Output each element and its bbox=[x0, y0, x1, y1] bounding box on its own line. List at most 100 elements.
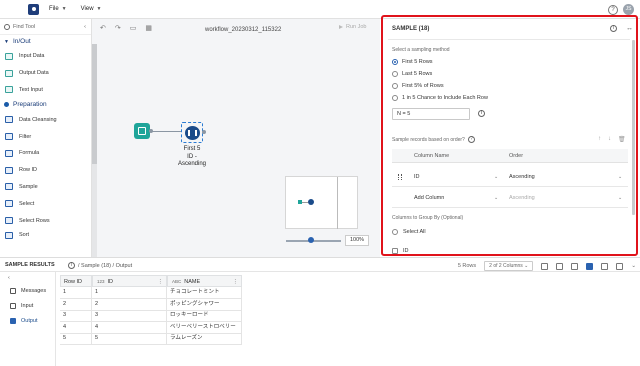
delete-icon[interactable]: 🗑 bbox=[618, 136, 626, 143]
sort-row-add[interactable]: Add Column ⌄ Ascending ⌄ bbox=[392, 188, 628, 208]
output-port[interactable] bbox=[202, 130, 206, 134]
chevron-down-icon: ▼ bbox=[4, 38, 9, 45]
tool-filter[interactable]: Filter bbox=[0, 128, 91, 145]
grid-header-id[interactable]: 123 ID ⋮ bbox=[92, 275, 167, 287]
table-cell[interactable]: ラムレーズン bbox=[167, 333, 242, 345]
help-icon[interactable]: ? bbox=[608, 4, 618, 15]
minimap[interactable] bbox=[285, 176, 358, 229]
table-cell[interactable]: ポッピングシャワー bbox=[167, 298, 242, 311]
info-icon[interactable]: i bbox=[610, 25, 617, 32]
find-tool-search[interactable]: Find Tool ‹ bbox=[0, 19, 91, 35]
collapse-panel-icon[interactable]: ‹ bbox=[84, 24, 86, 30]
output-port[interactable] bbox=[149, 129, 153, 133]
collapse-icon[interactable]: ‹ bbox=[8, 275, 10, 281]
tool-row-id[interactable]: Row ID bbox=[0, 162, 91, 179]
file-menu[interactable]: File ▼ bbox=[49, 6, 67, 12]
tool-select-rows[interactable]: Select Rows bbox=[0, 212, 91, 229]
select-rows-icon bbox=[5, 217, 13, 225]
lightbulb-icon[interactable] bbox=[556, 262, 564, 270]
tool-output-data[interactable]: Output Data bbox=[0, 65, 91, 82]
table-cell[interactable]: 1 bbox=[60, 287, 92, 299]
chart-view-icon[interactable] bbox=[541, 262, 549, 270]
radio-last-rows[interactable]: Last 5 Rows bbox=[392, 71, 432, 77]
tool-sort[interactable]: Sort bbox=[0, 229, 91, 242]
view-menu[interactable]: View ▼ bbox=[81, 6, 102, 12]
info-icon[interactable]: i bbox=[478, 110, 485, 117]
table-cell[interactable]: 5 bbox=[60, 333, 92, 345]
table-cell[interactable]: チョコレートミント bbox=[167, 287, 242, 299]
sort-row-id[interactable]: ID ⌄ Ascending ⌄ bbox=[392, 167, 628, 187]
config-scrollbar[interactable] bbox=[632, 40, 635, 215]
tool-input-data[interactable]: Input Data bbox=[0, 48, 91, 65]
book-icon bbox=[138, 127, 146, 135]
open-external-icon[interactable] bbox=[616, 262, 624, 270]
table-cell[interactable]: 2 bbox=[92, 298, 167, 311]
table-cell[interactable]: 5 bbox=[92, 333, 167, 345]
grid-header-rowid[interactable]: Row ID bbox=[60, 275, 92, 287]
order-select[interactable]: Ascending bbox=[509, 167, 535, 187]
select-all-checkbox[interactable]: Select All bbox=[392, 229, 426, 235]
group-by-label: Columns to Group By (Optional) bbox=[392, 215, 464, 221]
chevron-down-icon[interactable]: ⌄ bbox=[618, 174, 622, 180]
avatar[interactable]: JS bbox=[623, 4, 634, 15]
side-item-output[interactable]: Output bbox=[10, 318, 38, 324]
tool-sample[interactable]: Sample bbox=[0, 179, 91, 196]
chevron-down-icon[interactable]: ⌄ bbox=[618, 195, 622, 201]
drag-handle-icon[interactable] bbox=[398, 174, 402, 180]
table-cell[interactable]: 4 bbox=[60, 321, 92, 334]
table-cell[interactable]: 3 bbox=[92, 310, 167, 322]
table-view-icon[interactable] bbox=[586, 262, 594, 270]
canvas-scrollbar[interactable] bbox=[92, 44, 97, 257]
group-column-id-checkbox[interactable]: ID bbox=[392, 248, 409, 254]
move-up-icon[interactable]: ↑ bbox=[598, 136, 601, 143]
column-select[interactable]: ID bbox=[414, 167, 420, 187]
add-column-select[interactable]: Add Column bbox=[414, 188, 444, 208]
tool-data-cleansing[interactable]: Data Cleansing bbox=[0, 111, 91, 128]
workflow-title: workflow_20230312_115322 bbox=[205, 27, 282, 33]
more-options-icon[interactable] bbox=[601, 262, 609, 270]
scroll-thumb[interactable] bbox=[92, 44, 97, 164]
radio-first-rows[interactable]: First 5 Rows bbox=[392, 59, 433, 65]
table-cell[interactable]: ベリーベリーストロベリー bbox=[167, 321, 242, 334]
info-icon[interactable]: i bbox=[68, 262, 75, 269]
table-cell[interactable]: 4 bbox=[92, 321, 167, 334]
category-preparation[interactable]: Preparation bbox=[0, 98, 91, 111]
radio-first-percent[interactable]: First 5% of Rows bbox=[392, 83, 444, 89]
app-logo[interactable] bbox=[28, 3, 39, 15]
table-cell[interactable]: 3 bbox=[60, 310, 92, 322]
info-icon[interactable]: ? bbox=[467, 136, 475, 143]
input-data-node[interactable] bbox=[134, 123, 150, 139]
grid-header-name[interactable]: ABC NAME ⋮ bbox=[167, 275, 242, 287]
chevron-down-icon[interactable]: ⌄ bbox=[494, 195, 498, 201]
tool-formula[interactable]: Formula bbox=[0, 145, 91, 162]
side-item-messages[interactable]: Messages bbox=[10, 288, 46, 294]
n-value-input[interactable]: N = 5 bbox=[392, 108, 470, 120]
zoom-slider-handle[interactable] bbox=[308, 237, 314, 243]
tool-text-input[interactable]: Text Input bbox=[0, 82, 91, 99]
zoom-level[interactable]: 100% bbox=[345, 235, 369, 246]
category-inout[interactable]: ▼ In/Out bbox=[0, 35, 91, 48]
columns-select[interactable]: 2 of 2 Columns ⌄ bbox=[484, 261, 534, 271]
run-job-button[interactable]: Run Job bbox=[339, 24, 367, 30]
top-bar: File ▼ View ▼ ? JS bbox=[0, 0, 640, 19]
comment-icon[interactable]: ▭ bbox=[130, 24, 137, 32]
table-cell[interactable]: 2 bbox=[60, 298, 92, 311]
list-view-icon[interactable] bbox=[571, 262, 579, 270]
find-tool-input[interactable]: Find Tool bbox=[13, 24, 35, 30]
radio-random-chance[interactable]: 1 in 5 Chance to Include Each Row bbox=[392, 95, 488, 101]
side-item-input[interactable]: Input bbox=[10, 303, 33, 309]
redo-icon[interactable]: ↷ bbox=[115, 24, 121, 32]
chevron-down-icon[interactable]: ⌄ bbox=[631, 263, 636, 269]
filter-icon bbox=[5, 133, 13, 141]
row-id-icon bbox=[5, 166, 13, 174]
undo-icon[interactable]: ↶ bbox=[100, 24, 106, 32]
expand-icon[interactable]: ↔ bbox=[626, 25, 633, 32]
move-down-icon[interactable]: ↓ bbox=[608, 136, 611, 143]
grid-view-icon[interactable]: ▦ bbox=[145, 24, 152, 32]
table-cell[interactable]: 1 bbox=[92, 287, 167, 299]
tool-select[interactable]: Select bbox=[0, 195, 91, 212]
chevron-down-icon[interactable]: ⌄ bbox=[494, 174, 498, 180]
order-select[interactable]: Ascending bbox=[509, 188, 535, 208]
sample-node[interactable] bbox=[181, 122, 203, 143]
table-cell[interactable]: ロッキーロード bbox=[167, 310, 242, 322]
